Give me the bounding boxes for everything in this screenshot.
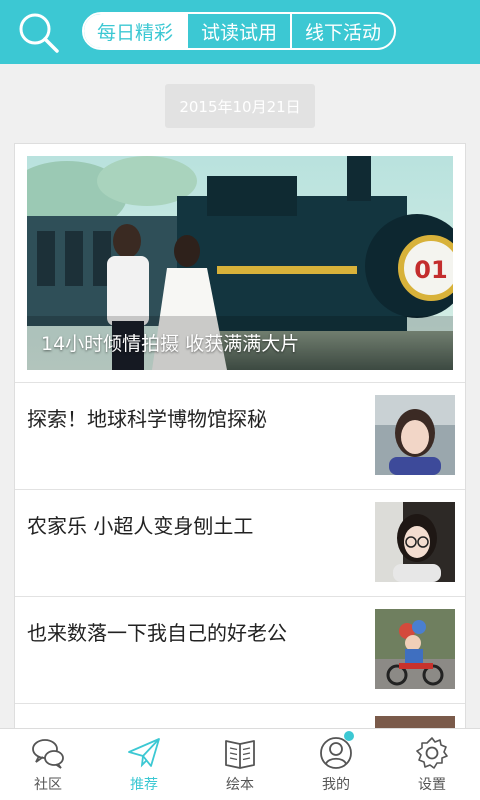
chat-bubbles-icon [32,739,64,769]
category-tabs: 每日精彩 试读试用 线下活动 [82,12,396,50]
nav-item-mine[interactable]: 我的 [288,729,384,800]
paper-plane-icon [128,738,160,768]
feed-item-title: 也来数落一下我自己的好老公 [27,621,287,645]
date-label: 2015年10月21日 [165,84,315,128]
hero-banner[interactable]: 01 14小时倾情拍摄 收获满满大片 [27,156,453,370]
nav-item-recommend[interactable]: 推荐 [96,729,192,800]
nav-item-picture-books[interactable]: 绘本 [192,729,288,800]
feed-item-title: 农家乐 小超人变身刨土工 [27,514,254,538]
nav-label: 设置 [418,777,446,793]
top-bar: 每日精彩 试读试用 线下活动 [0,0,480,64]
tab-offline-events[interactable]: 线下活动 [290,14,394,48]
nav-label: 绘本 [226,777,254,793]
feed-item-thumbnail [375,395,455,475]
search-button[interactable] [16,10,62,56]
feed-item[interactable]: 探索！地球科学博物馆探秘 [15,382,465,489]
feed-item-thumbnail [375,609,455,689]
nav-item-settings[interactable]: 设置 [384,729,480,800]
notification-dot [344,731,354,741]
nav-label: 推荐 [130,777,158,793]
feed-item[interactable]: 也来数落一下我自己的好老公 [15,596,465,703]
book-icon [225,740,255,769]
search-icon [19,13,59,53]
bottom-nav: 社区 推荐 绘本 我的 设置 [0,728,480,800]
feed-card: 01 14小时倾情拍摄 收获满满大片 探索！地球科学博物馆探秘 农家乐 小超人变… [14,143,466,743]
nav-label: 我的 [322,777,350,793]
nav-label: 社区 [34,777,62,793]
feed-item-title: 探索！地球科学博物馆探秘 [27,407,267,431]
tab-daily-highlights[interactable]: 每日精彩 [84,14,186,48]
feed-item[interactable]: 农家乐 小超人变身刨土工 [15,489,465,596]
feed-item-thumbnail [375,502,455,582]
hero-caption: 14小时倾情拍摄 收获满满大片 [41,333,300,355]
gear-icon [416,737,448,769]
nav-item-community[interactable]: 社区 [0,729,96,800]
hero-photo-number: 01 [414,256,447,284]
tab-trial[interactable]: 试读试用 [186,14,290,48]
